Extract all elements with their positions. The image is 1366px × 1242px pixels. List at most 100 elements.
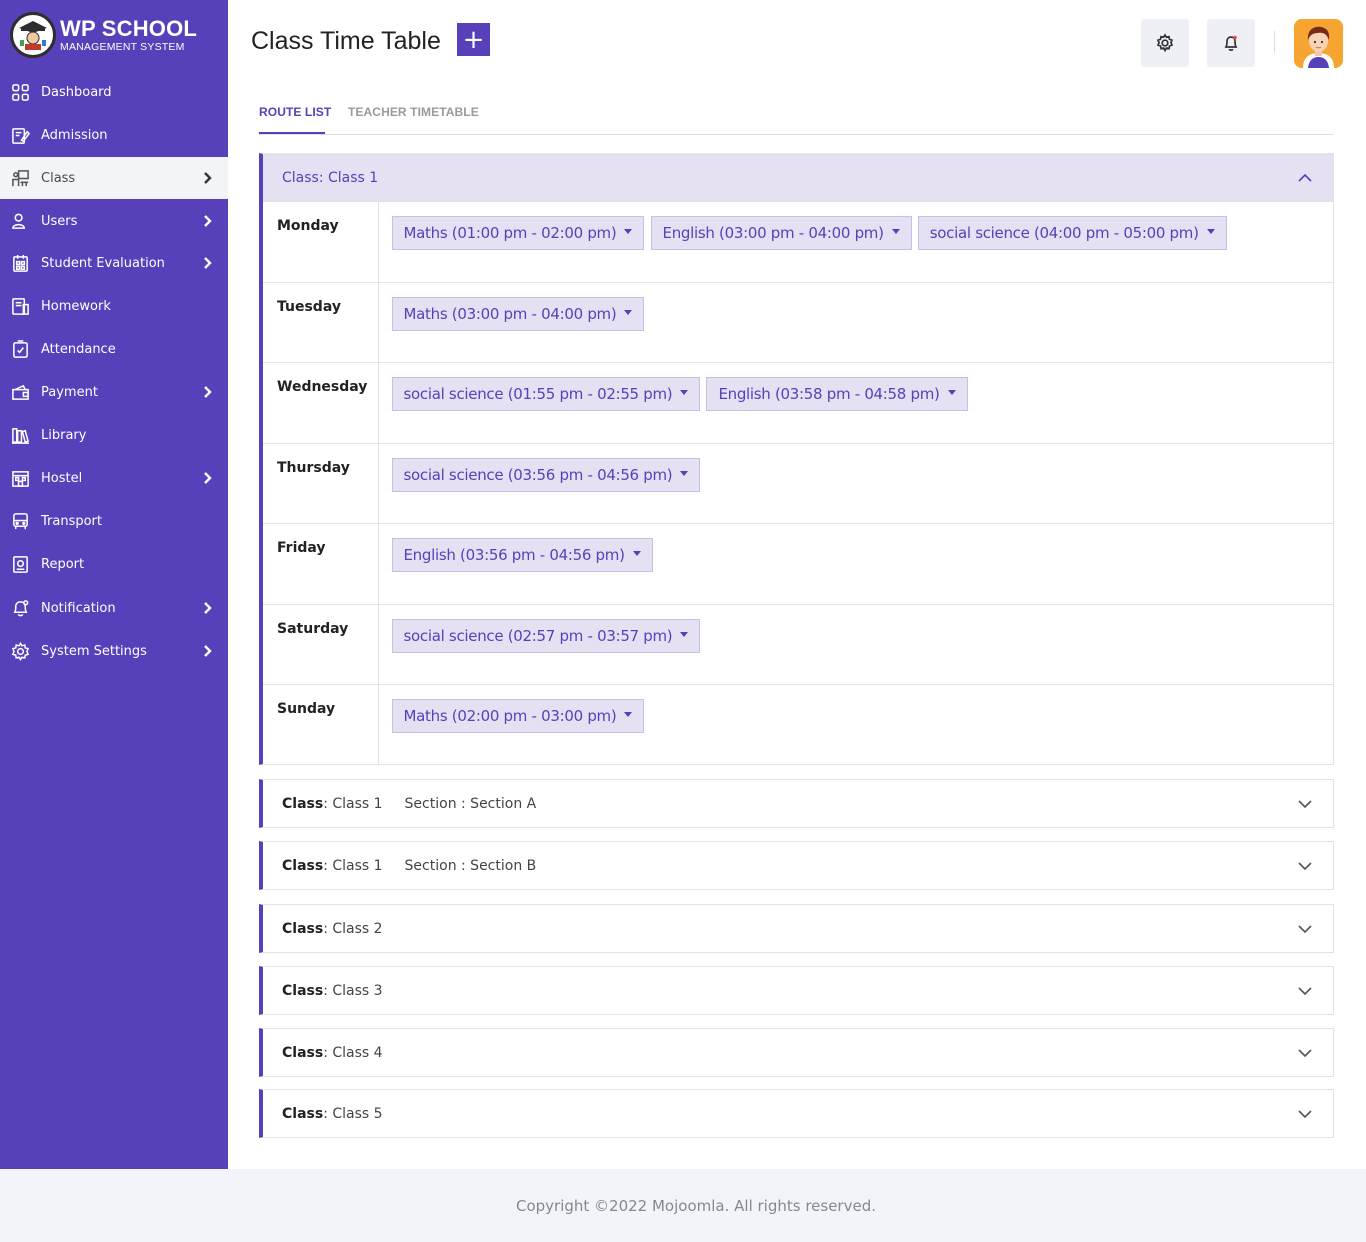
day-label: Monday <box>263 201 379 282</box>
caret-down-icon <box>947 390 956 395</box>
class-key: Class <box>282 982 324 999</box>
sidebar-item-homework[interactable]: Homework <box>0 285 228 327</box>
sidebar-item-hostel[interactable]: Hostel <box>0 457 228 499</box>
chevron-down-icon[interactable] <box>1297 983 1313 999</box>
sidebar-item-report[interactable]: Report <box>0 543 228 585</box>
subject-slot-dropdown[interactable]: Maths (01:00 pm - 02:00 pm) <box>391 216 645 250</box>
sidebar-item-admission[interactable]: Admission <box>0 114 228 156</box>
active-tab-indicator <box>259 132 325 134</box>
subject-slot-label: English (03:58 pm - 04:58 pm) <box>718 385 940 403</box>
chevron-down-icon[interactable] <box>1297 1045 1313 1061</box>
sidebar-item-label: Homework <box>41 298 111 314</box>
sidebar-item-label: Dashboard <box>41 84 112 100</box>
day-slots: social science (01:55 pm - 02:55 pm) Eng… <box>378 362 1333 443</box>
chevron-up-icon[interactable] <box>1297 170 1313 186</box>
settings-icon <box>10 641 30 661</box>
accordion-header[interactable]: Class: Class 1 Section : Section A <box>263 780 1333 827</box>
accordion-header[interactable]: Class: Class 5 <box>263 1090 1333 1137</box>
subject-slot-label: social science (04:00 pm - 05:00 pm) <box>929 224 1199 242</box>
caret-down-icon <box>680 631 689 637</box>
sidebar-item-label: Users <box>41 213 78 229</box>
class-accordion: Class: Class 1 Section : Section B <box>259 841 1334 890</box>
sidebar-item-system-settings[interactable]: System Settings <box>0 630 228 672</box>
chevron-right-icon <box>200 384 214 400</box>
caret-down-icon <box>680 470 689 476</box>
sidebar-item-library[interactable]: Library <box>0 414 228 456</box>
subject-slot-label: Maths (02:00 pm - 03:00 pm) <box>403 707 617 725</box>
day-slots: social science (02:57 pm - 03:57 pm) <box>378 603 1333 685</box>
class-key: Class <box>282 795 324 812</box>
brand-title: WP SCHOOL <box>60 15 198 41</box>
chevron-down-icon[interactable] <box>1297 858 1313 874</box>
timetable: Monday Maths (01:00 pm - 02:00 pm) Englis… <box>263 201 1333 765</box>
subject-slot-dropdown[interactable]: social science (01:55 pm - 02:55 pm) <box>391 377 701 411</box>
user-avatar[interactable] <box>1294 19 1343 68</box>
settings-button[interactable] <box>1141 19 1189 67</box>
sidebar-item-notification[interactable]: Notification <box>0 587 228 629</box>
class-value: : Class 2 <box>323 920 383 937</box>
footer: Copyright ©2022 Mojoomla. All rights res… <box>0 1169 1366 1242</box>
tab-route-list[interactable]: ROUTE LIST <box>259 105 331 119</box>
subject-slot-dropdown[interactable]: Maths (02:00 pm - 03:00 pm) <box>391 699 645 733</box>
class-key: Class <box>282 920 324 937</box>
tab-teacher-timetable[interactable]: TEACHER TIMETABLE <box>348 105 479 119</box>
accordion-header[interactable]: Class: Class 3 <box>263 967 1333 1014</box>
sidebar-item-payment[interactable]: Payment <box>0 371 228 413</box>
timetable-row: Tuesday Maths (03:00 pm - 04:00 pm) <box>263 281 1333 363</box>
class-accordion: Class: Class 1 Section : Section A <box>259 779 1334 828</box>
timetable-tabs: ROUTE LIST TEACHER TIMETABLE <box>259 96 1334 135</box>
chevron-right-icon <box>200 255 214 271</box>
sidebar-item-class[interactable]: Class <box>0 157 228 199</box>
chevron-down-icon[interactable] <box>1297 921 1313 937</box>
chevron-right-icon <box>200 170 214 186</box>
sidebar-item-dashboard[interactable]: Dashboard <box>0 71 228 113</box>
day-slots: social science (03:56 pm - 04:56 pm) <box>378 442 1333 524</box>
sidebar-item-label: System Settings <box>41 643 147 659</box>
accordion-header[interactable]: Class: Class 2 <box>263 905 1333 952</box>
subject-slot-dropdown[interactable]: social science (02:57 pm - 03:57 pm) <box>391 618 701 653</box>
sidebar-item-transport[interactable]: Transport <box>0 500 228 542</box>
sidebar-item-label: Attendance <box>41 341 116 357</box>
class-value: : Class 1 <box>318 169 379 186</box>
wallet-icon <box>10 382 30 402</box>
timetable-row: Wednesday social science (01:55 pm - 02:5… <box>263 362 1333 443</box>
evaluation-icon <box>10 253 30 273</box>
homework-icon <box>10 296 30 316</box>
brand-subtitle: MANAGEMENT SYSTEM <box>60 40 185 53</box>
chevron-down-icon[interactable] <box>1297 796 1313 812</box>
accordion-header[interactable]: Class: Class 1 <box>263 154 1333 201</box>
class-value: : Class 1 <box>323 857 383 874</box>
accordion-header[interactable]: Class: Class 4 <box>263 1029 1333 1076</box>
accordion-header[interactable]: Class: Class 1 Section : Section B <box>263 842 1333 889</box>
sidebar-item-label: Payment <box>41 384 98 400</box>
subject-slot-dropdown[interactable]: English (03:56 pm - 04:56 pm) <box>391 538 653 572</box>
notifications-button[interactable] <box>1207 19 1255 67</box>
chevron-right-icon <box>200 470 214 486</box>
sidebar-item-label: Transport <box>41 513 103 529</box>
class-value: : Class 4 <box>323 1044 383 1061</box>
chevron-down-icon[interactable] <box>1297 1106 1313 1122</box>
sidebar-item-label: Report <box>41 556 85 572</box>
classroom-icon <box>10 168 30 188</box>
subject-slot-dropdown[interactable]: English (03:00 pm - 04:00 pm) <box>650 216 912 250</box>
sidebar-item-student-evaluation[interactable]: Student Evaluation <box>0 242 228 284</box>
notification-icon <box>10 598 30 618</box>
sidebar-item-attendance[interactable]: Attendance <box>0 328 228 370</box>
bell-icon <box>1224 35 1238 51</box>
add-timetable-button[interactable]: + <box>457 23 490 56</box>
subject-slot-dropdown[interactable]: social science (04:00 pm - 05:00 pm) <box>917 216 1227 250</box>
caret-down-icon <box>624 229 633 234</box>
gear-icon <box>1156 33 1174 53</box>
sidebar-item-label: Hostel <box>41 470 83 486</box>
brand-logo[interactable]: WP SCHOOL MANAGEMENT SYSTEM <box>0 0 228 70</box>
subject-slot-dropdown[interactable]: Maths (03:00 pm - 04:00 pm) <box>391 296 645 331</box>
grid-icon <box>10 82 30 102</box>
hostel-icon <box>10 468 30 488</box>
sidebar-item-users[interactable]: Users <box>0 200 228 242</box>
class-value: : Class 1 <box>323 795 383 812</box>
section-label: Section : Section A <box>404 795 537 812</box>
subject-slot-dropdown[interactable]: English (03:58 pm - 04:58 pm) <box>706 377 968 411</box>
subject-slot-dropdown[interactable]: social science (03:56 pm - 04:56 pm) <box>391 457 701 492</box>
class-key: Class <box>282 857 324 874</box>
library-icon <box>10 425 30 445</box>
